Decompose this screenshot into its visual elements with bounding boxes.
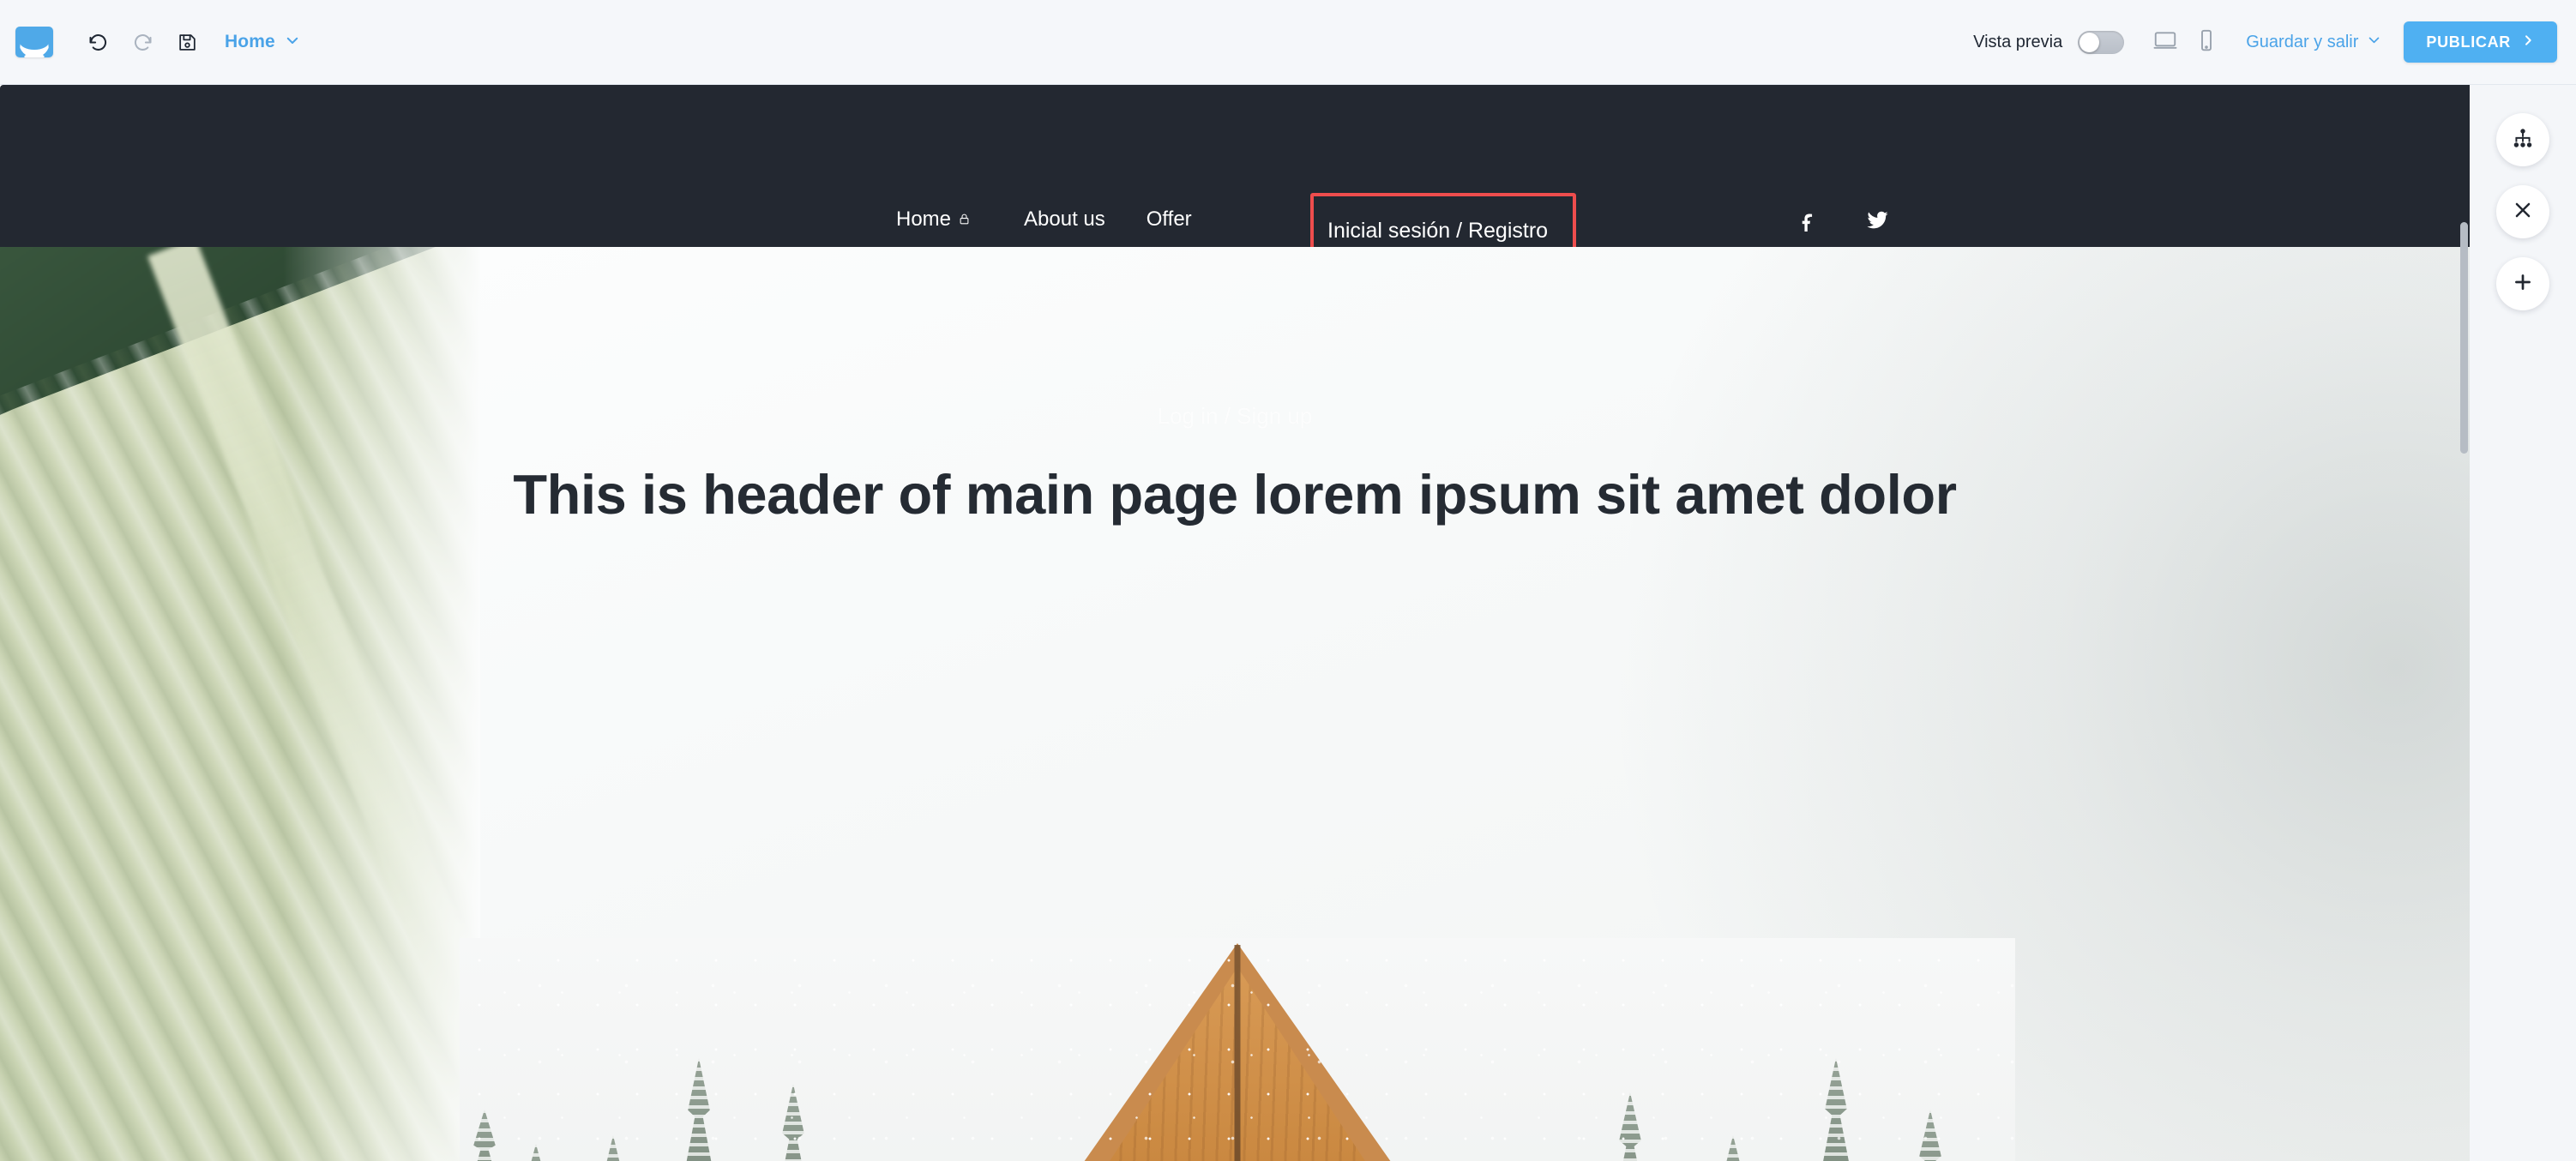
close-icon — [2512, 199, 2534, 226]
mobile-view-button[interactable] — [2186, 21, 2227, 63]
sitemap-button[interactable] — [2496, 113, 2549, 166]
leaf-photo — [0, 247, 480, 1161]
redo-icon — [131, 31, 154, 54]
toolbar-right-group: Vista previa Guardar y salir PUBLICAR — [1973, 21, 2576, 63]
page-selector[interactable]: Home — [225, 32, 300, 52]
toolbar-left-group: Home — [0, 20, 300, 64]
save-button[interactable] — [165, 20, 209, 64]
close-panel-button[interactable] — [2496, 185, 2549, 238]
chevron-down-icon — [2367, 33, 2381, 52]
mobile-icon — [2194, 27, 2219, 57]
login-register-label: Inicial sesión / Registro — [1327, 218, 1549, 243]
twitter-icon[interactable] — [1865, 208, 1890, 237]
publish-button[interactable]: PUBLICAR — [2404, 21, 2557, 63]
facebook-icon[interactable] — [1797, 209, 1819, 236]
nav-item-label: Home — [896, 208, 952, 231]
redo-button[interactable] — [120, 20, 165, 64]
undo-button[interactable] — [75, 20, 120, 64]
getresponse-logo[interactable] — [15, 27, 53, 57]
nav-item-label: About us — [1024, 208, 1105, 231]
undo-icon — [87, 31, 110, 54]
canvas-scrollbar-thumb[interactable] — [2460, 222, 2468, 454]
logo-smile-shape — [19, 28, 50, 57]
preview-toggle-knob — [2079, 32, 2100, 52]
nav-item-about-us[interactable]: About us — [1024, 208, 1105, 232]
right-tool-rail — [2470, 85, 2576, 1161]
site-nav-row-primary: Home About us Offer — [896, 208, 1299, 232]
desktop-view-button[interactable] — [2145, 21, 2186, 63]
chevron-right-icon — [2521, 33, 2535, 51]
canvas-scrollbar-track[interactable] — [2458, 85, 2470, 1161]
desktop-icon — [2152, 27, 2178, 57]
nav-item-offer[interactable]: Offer — [1147, 208, 1192, 232]
save-icon — [177, 32, 198, 53]
publish-button-label: PUBLICAR — [2426, 33, 2511, 51]
add-section-button[interactable] — [2496, 257, 2549, 310]
preview-label: Vista previa — [1973, 32, 2063, 51]
preview-toggle[interactable] — [2078, 30, 2125, 54]
page-canvas: Home About us Offer Cont — [0, 85, 2470, 1161]
save-and-exit-button[interactable]: Guardar y salir — [2246, 33, 2381, 52]
leaf-photo-fade — [283, 247, 480, 1161]
nav-item-home[interactable]: Home — [896, 208, 971, 232]
add-icon — [2512, 271, 2534, 298]
sitemap-icon — [2512, 127, 2534, 153]
page-selector-label: Home — [225, 32, 275, 51]
chevron-down-icon — [285, 33, 300, 52]
nav-item-label: Offer — [1146, 208, 1192, 231]
social-links — [1797, 208, 1890, 237]
hero-title[interactable]: This is header of main page lorem ipsum … — [0, 454, 2470, 535]
snowfall-overlay — [460, 938, 2015, 1161]
save-and-exit-label: Guardar y salir — [2246, 32, 2359, 51]
site-navigation-bar: Home About us Offer Cont — [0, 85, 2470, 278]
hero-section: Log in / Sign up This is header of main … — [0, 247, 2470, 1161]
lock-icon — [958, 208, 971, 232]
editor-toolbar: Home Vista previa Guardar y salir PUBLIC… — [0, 0, 2576, 85]
cabin-photo[interactable] — [460, 938, 2015, 1161]
